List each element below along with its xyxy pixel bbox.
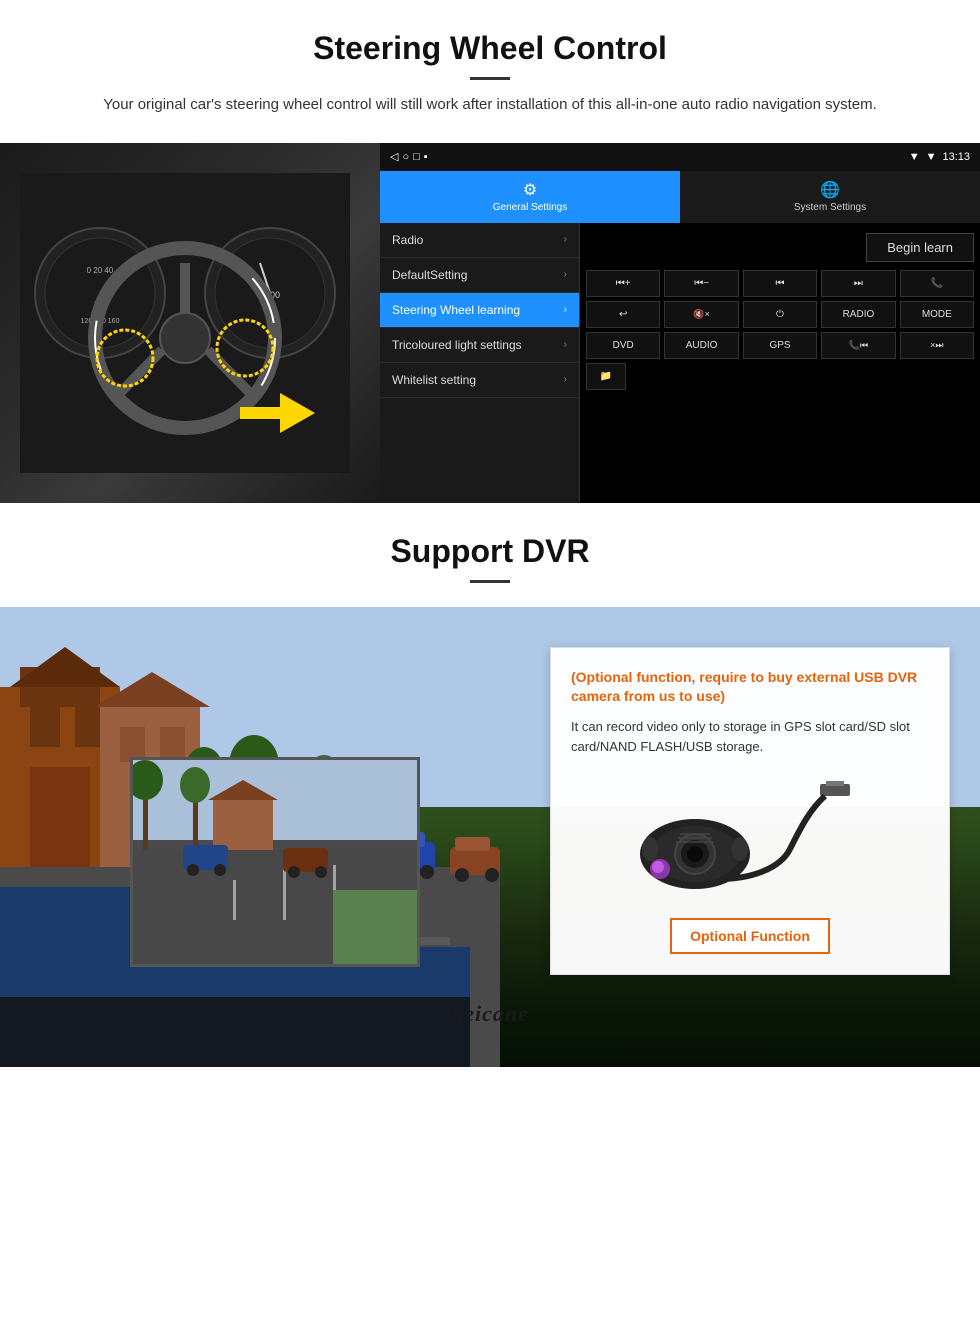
btn-back[interactable]: ↩: [586, 301, 660, 328]
btn-prev[interactable]: ⏮: [743, 270, 817, 297]
chevron-icon: ›: [564, 234, 567, 245]
steering-wheel-section: Steering Wheel Control Your original car…: [0, 0, 980, 503]
tab-system-settings[interactable]: 🌐 System Settings: [680, 171, 980, 223]
steering-wheel-photo: 0 20 40 80 120 140 160 3000: [0, 143, 380, 503]
android-ui: ◁ ○ □ ▪ ▼ ▼ 13:13 ⚙ General Settings 🌐: [380, 143, 980, 503]
menu-item-tricoloured-label: Tricoloured light settings: [392, 338, 564, 352]
nav-back-icon: ◁: [390, 150, 398, 163]
section1-divider: [470, 77, 510, 80]
seicane-brand-text: Seicane: [451, 1001, 529, 1026]
dvr-title: Support DVR: [40, 533, 940, 570]
dvr-info-title: (Optional function, require to buy exter…: [571, 668, 929, 707]
menu-item-radio-label: Radio: [392, 233, 564, 247]
optional-function-button[interactable]: Optional Function: [670, 918, 830, 954]
btn-file[interactable]: 📁: [586, 363, 626, 390]
nav-square-icon: □: [413, 151, 420, 163]
gear-icon: ⚙: [523, 180, 537, 200]
chevron-icon: ›: [564, 304, 567, 315]
steering-wheel-graphic: 0 20 40 80 120 140 160 3000: [20, 173, 350, 473]
status-time: 13:13: [942, 151, 970, 163]
btn-audio[interactable]: AUDIO: [664, 332, 738, 359]
button-row-4: 📁: [586, 363, 974, 390]
menu-item-whitelist-label: Whitelist setting: [392, 373, 564, 387]
dvr-header: Support DVR: [0, 503, 980, 607]
btn-phone[interactable]: 📞: [900, 270, 974, 297]
button-grid-area: Begin learn ⏮+ ⏮− ⏮ ⏭ 📞 ↩ 🔇× ⏻: [580, 223, 980, 503]
nav-home-icon: ○: [402, 151, 409, 163]
btn-vol-down[interactable]: ⏮−: [664, 270, 738, 297]
btn-dvd[interactable]: DVD: [586, 332, 660, 359]
menu-item-steering-label: Steering Wheel learning: [392, 303, 564, 317]
tab-general-label: General Settings: [493, 202, 568, 213]
section1-description: Your original car's steering wheel contr…: [80, 94, 900, 117]
btn-vol-up[interactable]: ⏮+: [586, 270, 660, 297]
android-status-bar: ◁ ○ □ ▪ ▼ ▼ 13:13: [380, 143, 980, 171]
btn-power[interactable]: ⏻: [743, 301, 817, 328]
dvr-info-text: It can record video only to storage in G…: [571, 717, 929, 759]
dvr-inset-scene: [133, 760, 420, 967]
system-icon: 🌐: [820, 180, 840, 200]
dvr-camera-image: [571, 774, 929, 904]
tab-system-label: System Settings: [794, 202, 866, 213]
dvr-camera-svg: [630, 779, 870, 899]
btn-gps[interactable]: GPS: [743, 332, 817, 359]
menu-item-steering-wheel[interactable]: Steering Wheel learning ›: [380, 293, 579, 328]
menu-item-defaultsetting-label: DefaultSetting: [392, 268, 564, 282]
begin-learn-button[interactable]: Begin learn: [866, 233, 974, 262]
dvr-background-photo: (Optional function, require to buy exter…: [0, 607, 980, 1067]
seicane-brand: Seicane: [451, 1001, 529, 1027]
signal-icon: ▼: [909, 151, 920, 163]
section1-title: Steering Wheel Control: [40, 30, 940, 67]
menu-item-radio[interactable]: Radio ›: [380, 223, 579, 258]
settings-menu: Radio › DefaultSetting › Steering Wheel …: [380, 223, 580, 503]
btn-mode[interactable]: MODE: [900, 301, 974, 328]
menu-item-defaultsetting[interactable]: DefaultSetting ›: [380, 258, 579, 293]
menu-item-whitelist[interactable]: Whitelist setting ›: [380, 363, 579, 398]
settings-tabs: ⚙ General Settings 🌐 System Settings: [380, 171, 980, 223]
menu-item-tricoloured[interactable]: Tricoloured light settings ›: [380, 328, 579, 363]
btn-radio[interactable]: RADIO: [821, 301, 895, 328]
btn-mute[interactable]: 🔇×: [664, 301, 738, 328]
chevron-icon: ›: [564, 374, 567, 385]
dvr-info-box: (Optional function, require to buy exter…: [550, 647, 950, 976]
button-row-1: ⏮+ ⏮− ⏮ ⏭ 📞: [586, 270, 974, 297]
dvr-inset-photo: [130, 757, 420, 967]
tab-general-settings[interactable]: ⚙ General Settings: [380, 171, 680, 223]
dvr-section: Support DVR: [0, 503, 980, 1067]
chevron-icon: ›: [564, 339, 567, 350]
steering-container: 0 20 40 80 120 140 160 3000: [0, 143, 980, 503]
btn-next[interactable]: ⏭: [821, 270, 895, 297]
dvr-divider: [470, 580, 510, 583]
begin-learn-row: Begin learn: [586, 229, 974, 266]
btn-phone-prev[interactable]: 📞⏮: [821, 332, 895, 359]
chevron-icon: ›: [564, 269, 567, 280]
nav-menu-icon: ▪: [424, 151, 428, 163]
section1-header: Steering Wheel Control Your original car…: [0, 0, 980, 127]
button-row-2: ↩ 🔇× ⏻ RADIO MODE: [586, 301, 974, 328]
btn-mute-next[interactable]: ×⏭: [900, 332, 974, 359]
svg-text:0 20 40: 0 20 40: [87, 266, 114, 275]
settings-body: Radio › DefaultSetting › Steering Wheel …: [380, 223, 980, 503]
button-row-3: DVD AUDIO GPS 📞⏮ ×⏭: [586, 332, 974, 359]
wifi-icon: ▼: [926, 151, 937, 163]
status-icons: ◁ ○ □ ▪: [390, 150, 428, 163]
